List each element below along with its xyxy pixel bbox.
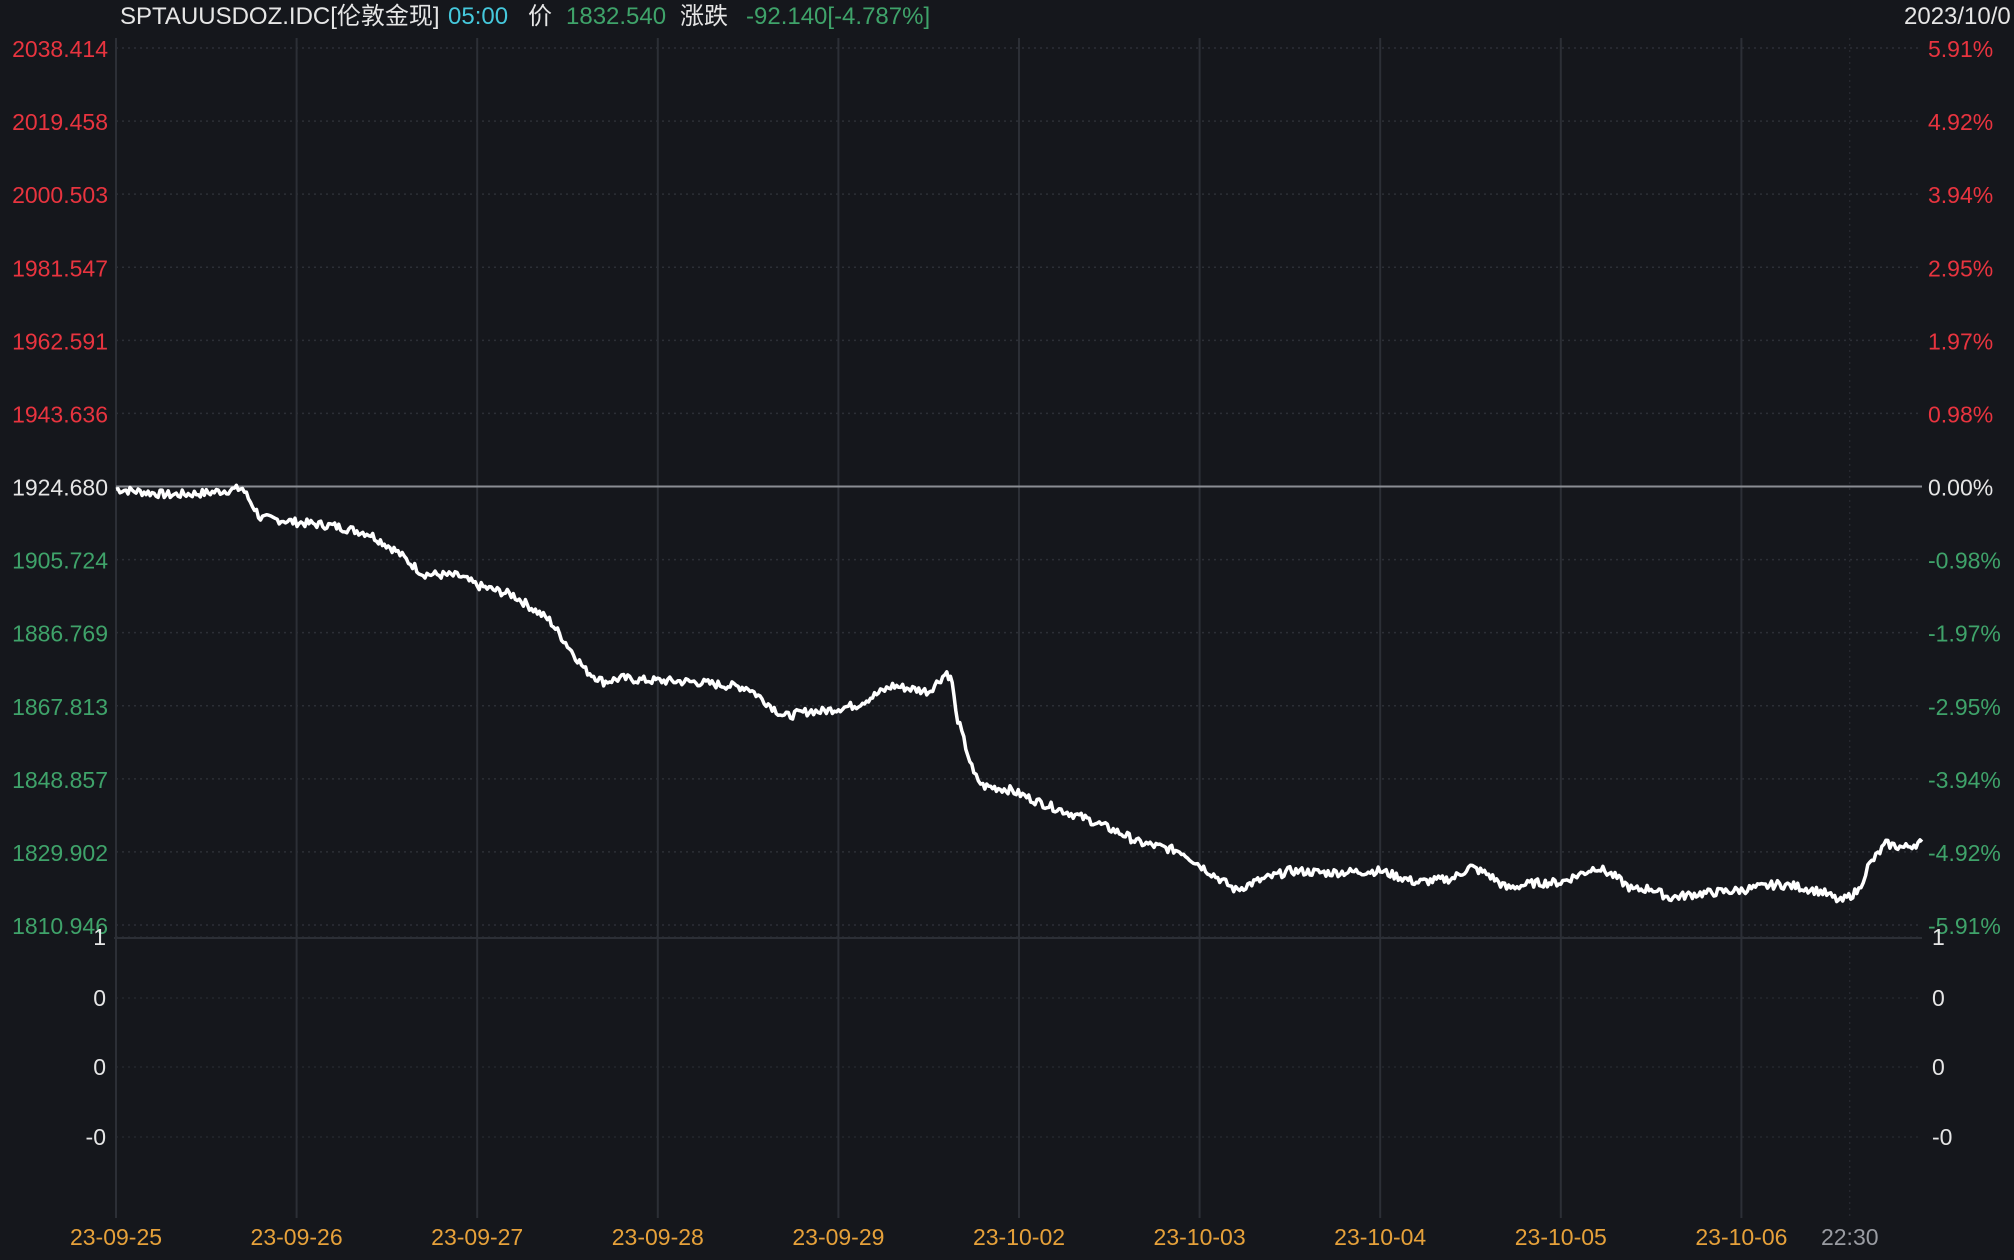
sub-tick-left: 1 (93, 924, 106, 950)
percent-tick-label: -3.94% (1928, 767, 2001, 793)
sub-tick-right: 0 (1932, 985, 1945, 1011)
date-tick-label: 23-10-04 (1334, 1224, 1426, 1250)
percent-tick-label: 3.94% (1928, 182, 1993, 208)
sub-tick-left: 0 (93, 1054, 106, 1080)
sub-tick-right: 1 (1932, 924, 1945, 950)
price-tick-label: 2000.503 (12, 182, 108, 208)
sub-tick-left: -0 (86, 1124, 106, 1150)
price-caption: 价 (528, 3, 552, 30)
date-tick-label: 23-09-28 (612, 1224, 704, 1250)
percent-tick-label: 2.95% (1928, 255, 1993, 281)
price-tick-label: 1829.902 (12, 840, 108, 866)
price-tick-label: 1924.680 (12, 475, 108, 501)
percent-tick-label: 1.97% (1928, 328, 1993, 354)
chart-background (0, 0, 2014, 1260)
date-label: 2023/10/0 (1904, 3, 2011, 30)
percent-tick-label: 5.91% (1928, 36, 1993, 62)
sub-tick-right: -0 (1932, 1124, 1952, 1150)
percent-tick-label: -2.95% (1928, 694, 2001, 720)
sub-tick-left: 0 (93, 985, 106, 1011)
percent-tick-label: 0.00% (1928, 475, 1993, 501)
price-value: 1832.540 (566, 3, 666, 30)
date-tick-label: 22:30 (1821, 1224, 1879, 1250)
sub-tick-right: 0 (1932, 1054, 1945, 1080)
symbol-label: SPTAUUSDOZ.IDC[伦敦金现] (120, 3, 440, 30)
change-value: -92.140[-4.787%] (746, 3, 930, 30)
price-tick-label: 2038.414 (12, 36, 108, 62)
price-tick-label: 1943.636 (12, 401, 108, 427)
date-tick-label: 23-09-26 (251, 1224, 343, 1250)
price-tick-label: 1962.591 (12, 328, 108, 354)
price-tick-label: 1848.857 (12, 767, 108, 793)
percent-tick-label: 4.92% (1928, 109, 1993, 135)
percent-tick-label: -0.98% (1928, 548, 2001, 574)
change-caption: 涨跌 (680, 3, 728, 30)
percent-tick-label: 0.98% (1928, 401, 1993, 427)
price-chart: 2038.414 2019.458 2000.503 1981.547 1962.591… (0, 0, 2014, 1260)
price-tick-label: 1867.813 (12, 694, 108, 720)
price-tick-label: 1905.724 (12, 548, 108, 574)
date-tick-label: 23-10-05 (1515, 1224, 1607, 1250)
percent-tick-label: -1.97% (1928, 621, 2001, 647)
date-tick-label: 23-09-25 (70, 1224, 162, 1250)
date-tick-label: 23-09-27 (431, 1224, 523, 1250)
date-tick-label: 23-09-29 (792, 1224, 884, 1250)
price-tick-label: 2019.458 (12, 109, 108, 135)
percent-tick-label: -4.92% (1928, 840, 2001, 866)
price-tick-label: 1981.547 (12, 255, 108, 281)
time-label: 05:00 (448, 3, 508, 30)
date-tick-label: 23-10-03 (1154, 1224, 1246, 1250)
date-tick-label: 23-10-02 (973, 1224, 1065, 1250)
date-tick-label: 23-10-06 (1695, 1224, 1787, 1250)
price-tick-label: 1886.769 (12, 621, 108, 647)
